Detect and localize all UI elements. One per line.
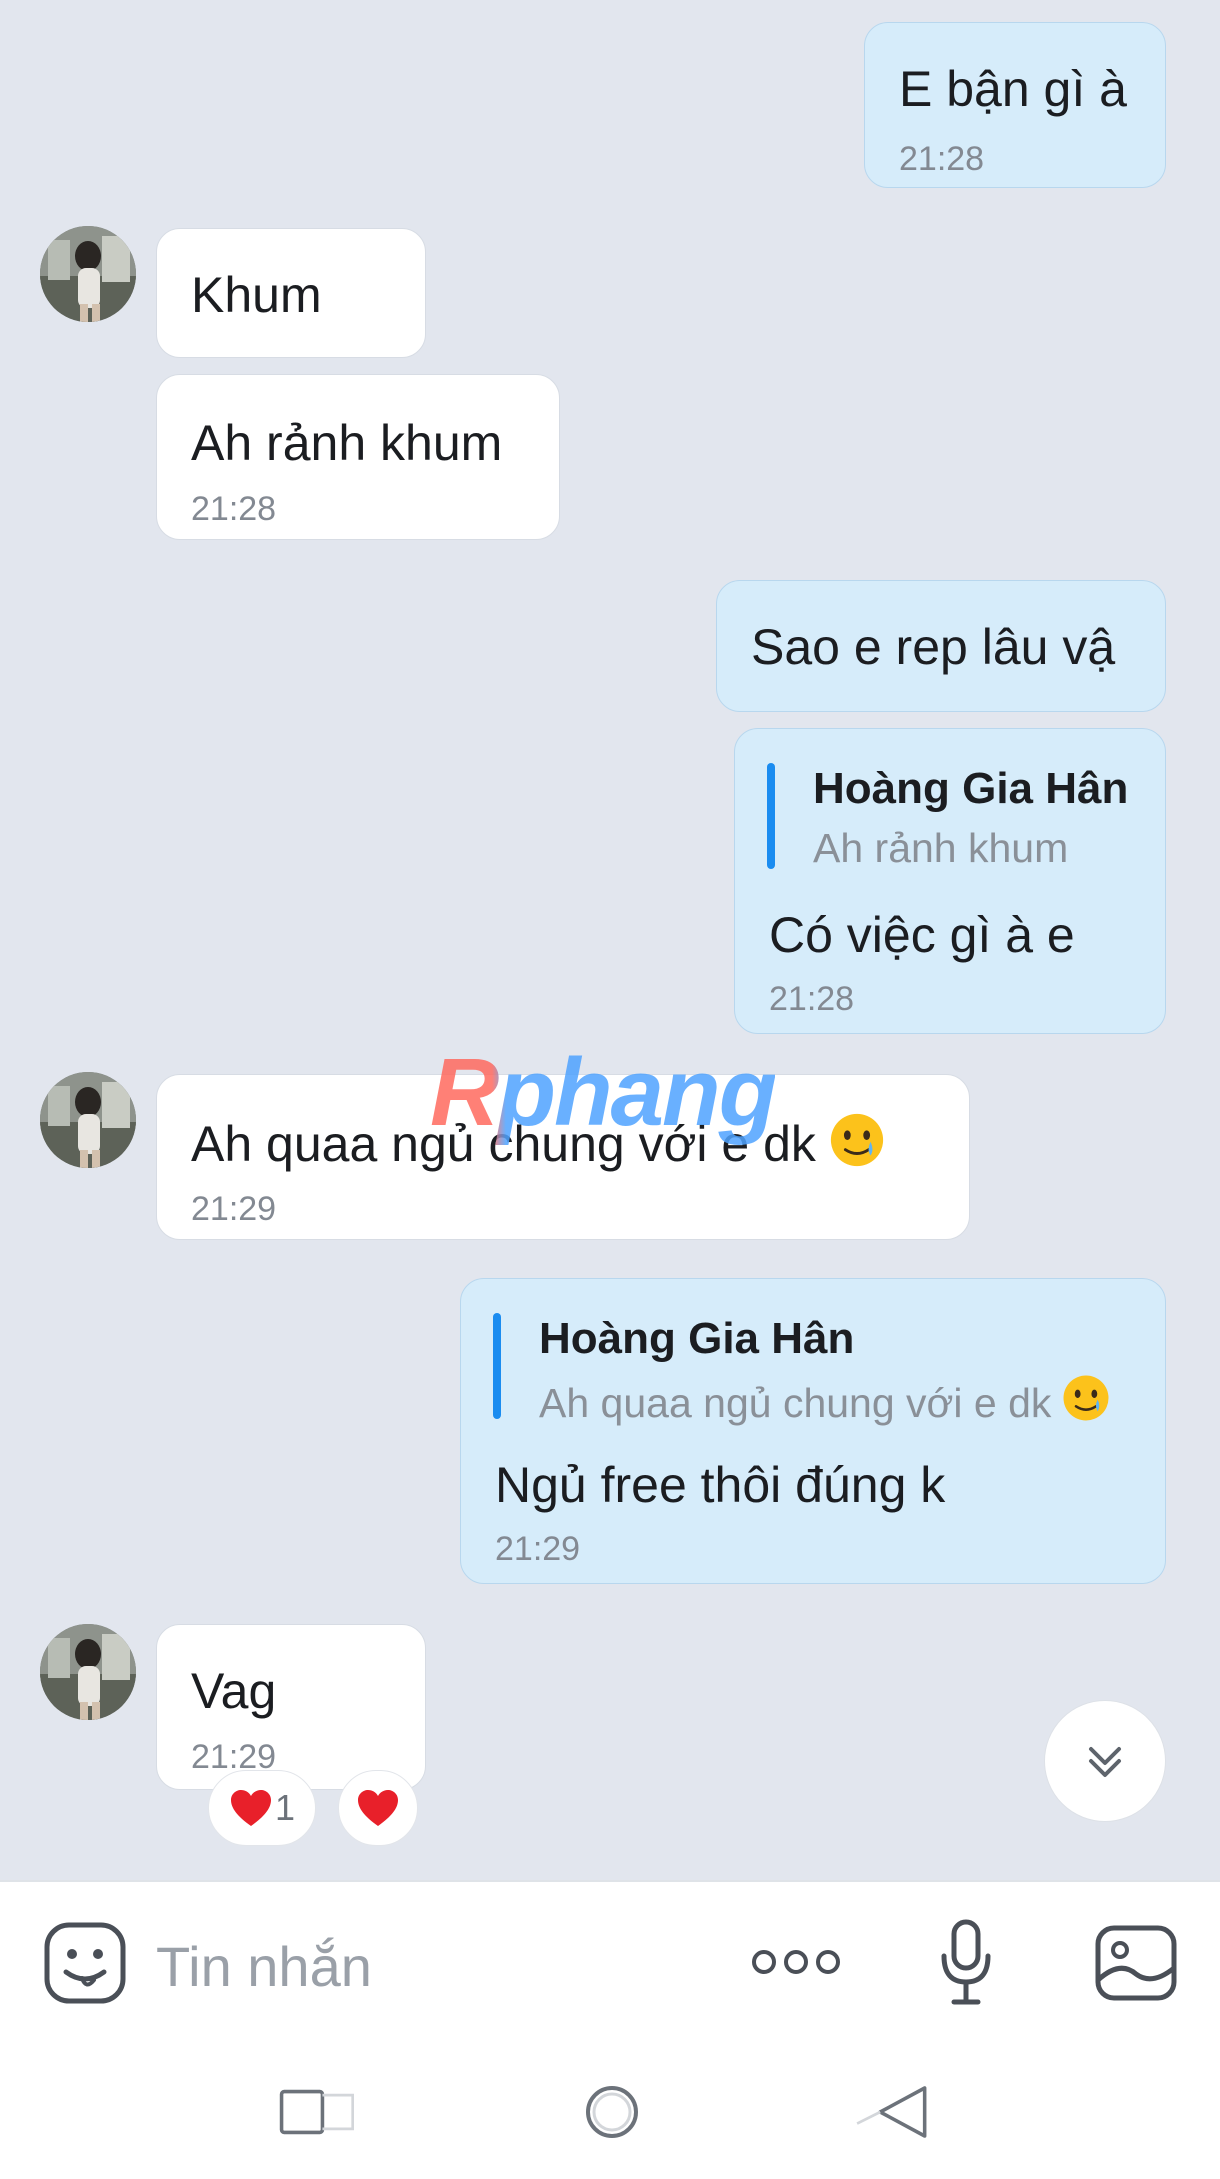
message-text: Ngủ free thôi đúng k [495, 1457, 946, 1513]
recent-apps-icon[interactable] [278, 2077, 358, 2147]
add-reaction-button[interactable] [338, 1770, 418, 1846]
message-composer [0, 1880, 1220, 2045]
message-text: Khum [191, 267, 322, 323]
watermark-logo: Rphang [430, 1039, 777, 1146]
outgoing-message[interactable]: E bận gì à 21:28 [864, 22, 1166, 188]
quote-text: Ah quaa ngủ chung với e dk [539, 1373, 1111, 1428]
more-dots-icon[interactable] [750, 1944, 842, 1980]
incoming-message[interactable]: Vag 21:29 [156, 1624, 426, 1790]
outgoing-reply-message[interactable]: Hoàng Gia Hân Ah quaa ngủ chung với e dk… [460, 1278, 1166, 1584]
message-time: 21:28 [899, 140, 985, 178]
message-text: Ah rảnh khum [191, 415, 503, 471]
incoming-message[interactable]: Khum [156, 228, 426, 358]
quote-text-content: Ah quaa ngủ chung với e dk [539, 1380, 1052, 1426]
sticker-smiley-icon[interactable] [42, 1920, 128, 2006]
message-text: Có việc gì à e [769, 907, 1075, 963]
heart-icon [358, 1790, 398, 1826]
message-text: Vag [191, 1663, 277, 1719]
quote-text: Ah rảnh khum [813, 825, 1069, 871]
system-navigation-bar [0, 2045, 1220, 2179]
reaction-badge[interactable]: 1 [208, 1770, 316, 1846]
incoming-message[interactable]: Ah rảnh khum 21:28 [156, 374, 560, 540]
back-icon[interactable] [850, 2077, 930, 2147]
message-input[interactable] [156, 1930, 716, 2002]
tearful-smile-emoji [830, 1113, 884, 1167]
outgoing-reply-message[interactable]: Hoàng Gia Hân Ah rảnh khum Có việc gì à … [734, 728, 1166, 1034]
message-time: 21:29 [495, 1530, 581, 1568]
contact-avatar[interactable] [40, 226, 136, 322]
message-text: Sao e rep lâu vậ [751, 619, 1116, 675]
quote-bar [493, 1313, 501, 1419]
microphone-icon[interactable] [936, 1918, 996, 2008]
heart-icon [230, 1790, 271, 1826]
tearful-smile-emoji [1063, 1375, 1109, 1421]
message-time: 21:29 [191, 1190, 277, 1228]
outgoing-message[interactable]: Sao e rep lâu vậ [716, 580, 1166, 712]
chevron-double-down-icon [1089, 1747, 1121, 1777]
quote-bar [767, 763, 775, 869]
scroll-to-bottom-button[interactable] [1044, 1700, 1166, 1822]
chat-area[interactable]: E bận gì à 21:28 Khum Ah rảnh khum 21:28… [0, 0, 1220, 1880]
image-gallery-icon[interactable] [1094, 1924, 1178, 2002]
reaction-count: 1 [274, 1787, 296, 1828]
quote-sender-name: Hoàng Gia Hân [539, 1314, 855, 1363]
message-time: 21:28 [769, 980, 855, 1018]
message-text: E bận gì à [899, 61, 1127, 117]
contact-avatar[interactable] [40, 1624, 136, 1720]
contact-avatar[interactable] [40, 1072, 136, 1168]
quote-sender-name: Hoàng Gia Hân [813, 764, 1129, 813]
message-time: 21:28 [191, 490, 277, 528]
home-icon[interactable] [572, 2077, 652, 2147]
